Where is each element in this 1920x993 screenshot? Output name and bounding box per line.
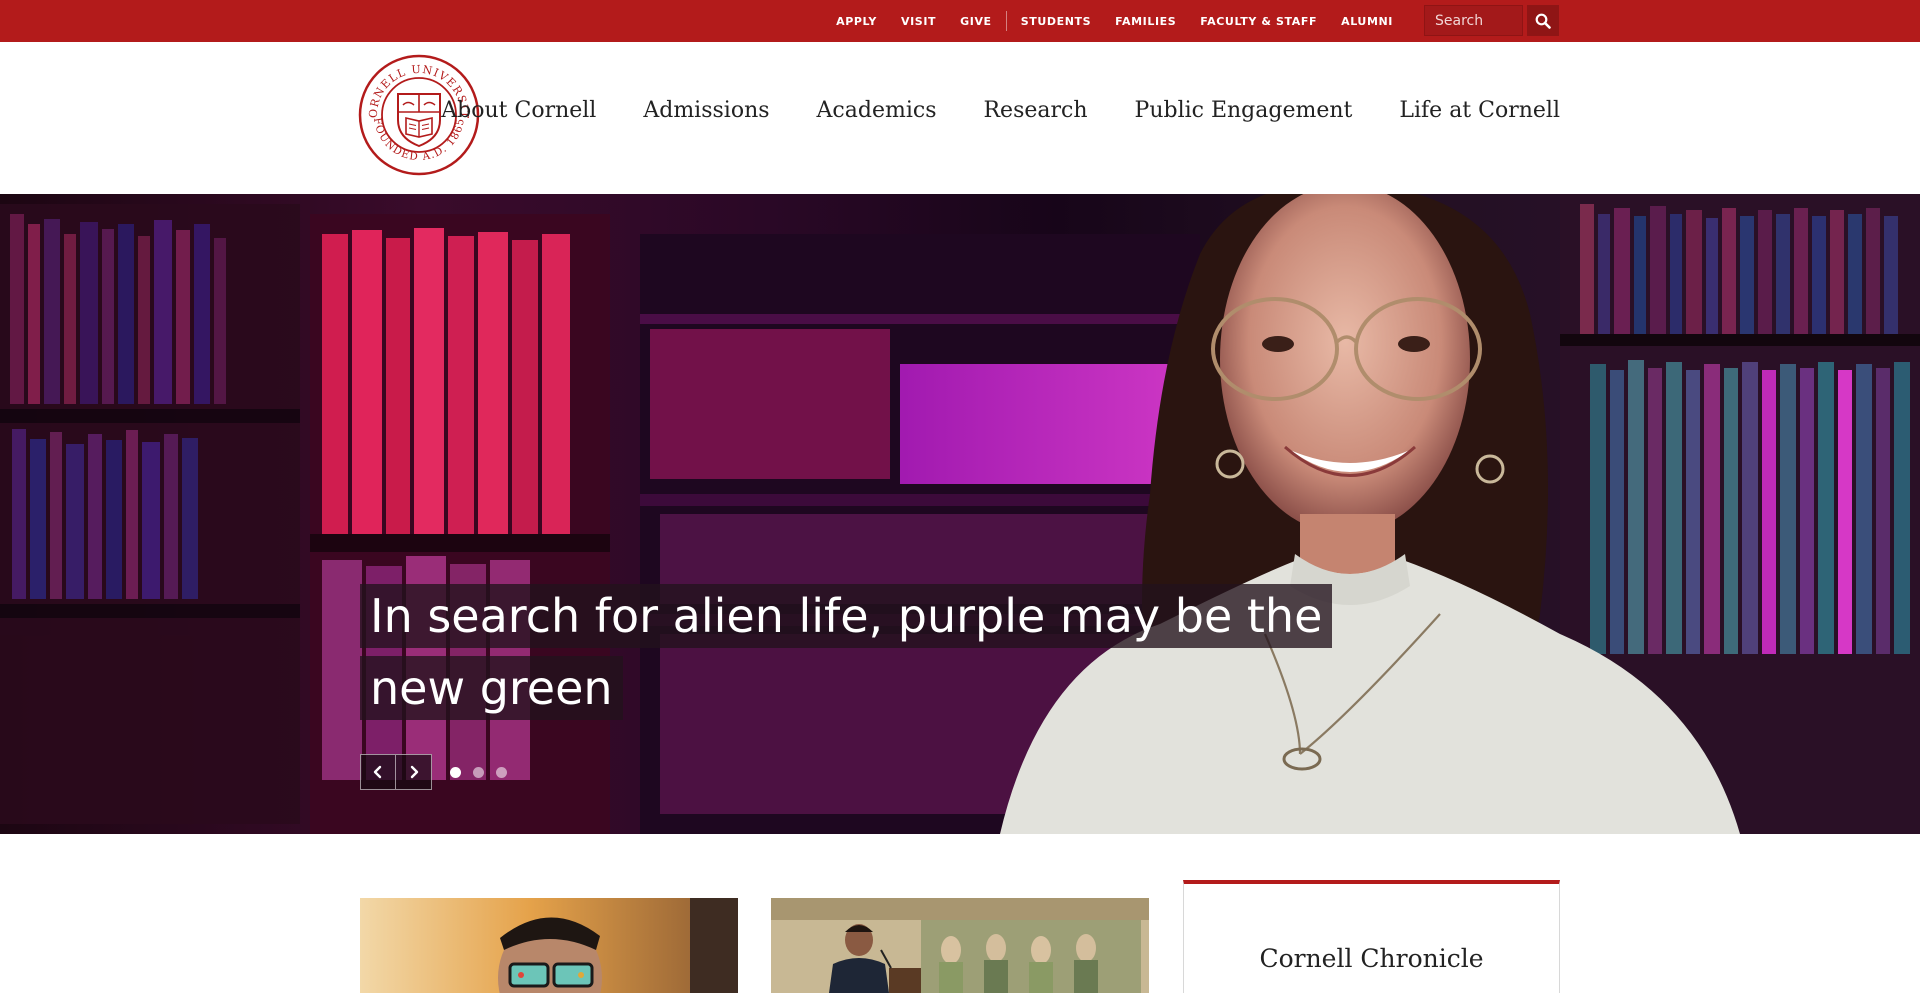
utility-link-visit[interactable]: VISIT xyxy=(889,15,948,28)
site-header: CORNELL UNIVERSITY FOUNDED A.D. 1865 Abo… xyxy=(0,42,1920,194)
news-photo-student-glasses xyxy=(360,898,738,993)
nav-admissions[interactable]: Admissions xyxy=(643,98,769,123)
slider-controls xyxy=(360,754,519,790)
nav-research[interactable]: Research xyxy=(983,98,1087,123)
news-photo-speaker-podium xyxy=(771,898,1149,993)
main-nav: About Cornell Admissions Academics Resea… xyxy=(394,98,1560,123)
search-button[interactable] xyxy=(1527,5,1559,36)
hero-caption-line-1[interactable]: In search for alien life, purple may be … xyxy=(360,584,1333,648)
utility-link-faculty-staff[interactable]: FACULTY & STAFF xyxy=(1188,15,1329,28)
search-input[interactable] xyxy=(1424,5,1523,36)
utility-nav: APPLY VISIT GIVE STUDENTS FAMILIES FACUL… xyxy=(824,0,1405,42)
hero-image xyxy=(0,194,1920,834)
previous-slide-button[interactable] xyxy=(360,754,396,790)
slide-dot-2[interactable] xyxy=(473,766,484,778)
utility-link-alumni[interactable]: ALUMNI xyxy=(1329,15,1405,28)
hero-slider: In search for alien life, purple may be … xyxy=(0,194,1920,834)
utility-link-families[interactable]: FAMILIES xyxy=(1103,15,1188,28)
slide-dot-3[interactable] xyxy=(496,766,507,778)
next-slide-button[interactable] xyxy=(396,754,432,790)
news-card-image-1[interactable] xyxy=(360,898,738,993)
slide-indicators xyxy=(450,766,519,778)
utility-link-students[interactable]: STUDENTS xyxy=(1009,15,1103,28)
chevron-right-icon xyxy=(410,765,418,779)
nav-academics[interactable]: Academics xyxy=(817,98,937,123)
utility-bar: APPLY VISIT GIVE STUDENTS FAMILIES FACUL… xyxy=(0,0,1920,42)
news-card-image-2[interactable] xyxy=(771,898,1149,993)
nav-about-cornell[interactable]: About Cornell xyxy=(441,98,596,123)
search-icon xyxy=(1535,13,1551,29)
chevron-left-icon xyxy=(373,765,382,779)
hero-caption-line-2[interactable]: new green xyxy=(360,656,623,720)
chronicle-title[interactable]: Cornell Chronicle xyxy=(1184,944,1559,973)
nav-public-engagement[interactable]: Public Engagement xyxy=(1135,98,1353,123)
cornell-chronicle-panel: Cornell Chronicle xyxy=(1183,880,1560,993)
hero-caption[interactable]: In search for alien life, purple may be … xyxy=(360,584,1333,728)
utility-link-apply[interactable]: APPLY xyxy=(824,15,889,28)
nav-life-at-cornell[interactable]: Life at Cornell xyxy=(1399,98,1560,123)
utility-link-give[interactable]: GIVE xyxy=(948,15,1004,28)
slide-dot-1[interactable] xyxy=(450,766,461,778)
utility-divider xyxy=(1005,11,1007,31)
